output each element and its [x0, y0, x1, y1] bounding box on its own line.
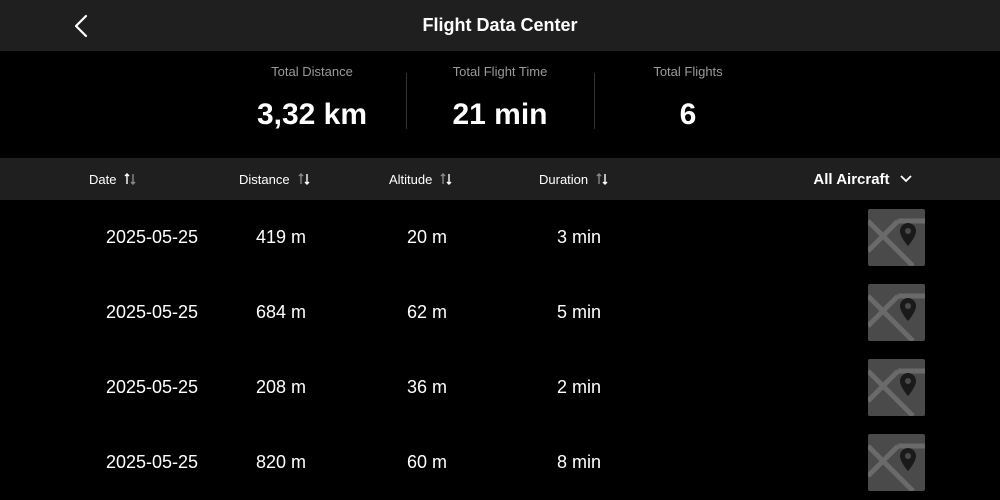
- flight-row[interactable]: 2025-05-25 820 m 60 m 8 min: [0, 425, 1000, 500]
- summary-panel: Total Distance 3,32 km Total Flight Time…: [0, 51, 1000, 158]
- map-thumbnail[interactable]: [868, 359, 925, 416]
- sort-duration-header[interactable]: Duration: [539, 158, 608, 200]
- flight-row[interactable]: 2025-05-25 208 m 36 m 2 min: [0, 350, 1000, 425]
- stat-value: 6: [679, 98, 697, 131]
- stat-value: 21 min: [452, 98, 548, 131]
- flight-altitude: 62 m: [406, 302, 448, 322]
- chevron-down-icon: [899, 175, 912, 183]
- aircraft-filter-dropdown[interactable]: All Aircraft: [800, 158, 925, 200]
- sort-distance-header[interactable]: Distance: [239, 158, 310, 200]
- chevron-left-icon: [74, 14, 88, 38]
- flight-date: 2025-05-25: [105, 452, 199, 472]
- sort-icon: [298, 172, 310, 186]
- flight-distance: 208 m: [255, 377, 307, 397]
- flight-altitude: 36 m: [406, 377, 448, 397]
- flight-date: 2025-05-25: [105, 227, 199, 247]
- column-label: Duration: [539, 171, 589, 187]
- column-label: Altitude: [389, 171, 433, 187]
- sort-date-header[interactable]: Date: [89, 158, 136, 200]
- flight-altitude: 20 m: [406, 227, 448, 247]
- flight-altitude: 60 m: [406, 452, 448, 472]
- flight-distance: 820 m: [255, 452, 307, 472]
- stat-label: Total Flight Time: [452, 64, 548, 79]
- page-title: Flight Data Center: [422, 15, 578, 35]
- back-button[interactable]: [68, 12, 94, 40]
- flight-duration: 5 min: [556, 302, 601, 322]
- column-header-bar: Date Distance Altitude Duration All Airc…: [0, 158, 1000, 200]
- stat-total-flights: Total Flights 6: [594, 51, 782, 158]
- header-bar: Flight Data Center: [0, 0, 1000, 51]
- map-pin-icon: [868, 293, 925, 341]
- column-label: Distance: [239, 171, 290, 187]
- map-thumbnail[interactable]: [868, 434, 925, 491]
- flight-row[interactable]: 2025-05-25 419 m 20 m 3 min: [0, 200, 1000, 275]
- map-pin-icon: [868, 368, 925, 416]
- sort-altitude-header[interactable]: Altitude: [389, 158, 452, 200]
- flight-duration: 8 min: [556, 452, 601, 472]
- stat-value: 3,32 km: [256, 98, 368, 131]
- filter-label: All Aircraft: [813, 170, 890, 188]
- flight-date: 2025-05-25: [105, 302, 199, 322]
- sort-icon: [440, 172, 452, 186]
- stat-total-distance: Total Distance 3,32 km: [218, 51, 406, 158]
- map-pin-icon: [868, 443, 925, 491]
- stat-label: Total Distance: [271, 64, 353, 79]
- stat-total-flight-time: Total Flight Time 21 min: [406, 51, 594, 158]
- map-thumbnail[interactable]: [868, 284, 925, 341]
- map-thumbnail[interactable]: [868, 209, 925, 266]
- stat-label: Total Flights: [653, 64, 723, 79]
- sort-icon: [124, 172, 136, 186]
- flight-distance: 684 m: [255, 302, 307, 322]
- flight-date: 2025-05-25: [105, 377, 199, 397]
- column-label: Date: [89, 171, 117, 187]
- flight-distance: 419 m: [255, 227, 307, 247]
- flight-duration: 3 min: [556, 227, 601, 247]
- sort-icon: [596, 172, 608, 186]
- flight-duration: 2 min: [556, 377, 601, 397]
- flight-row[interactable]: 2025-05-25 684 m 62 m 5 min: [0, 275, 1000, 350]
- map-pin-icon: [868, 218, 925, 266]
